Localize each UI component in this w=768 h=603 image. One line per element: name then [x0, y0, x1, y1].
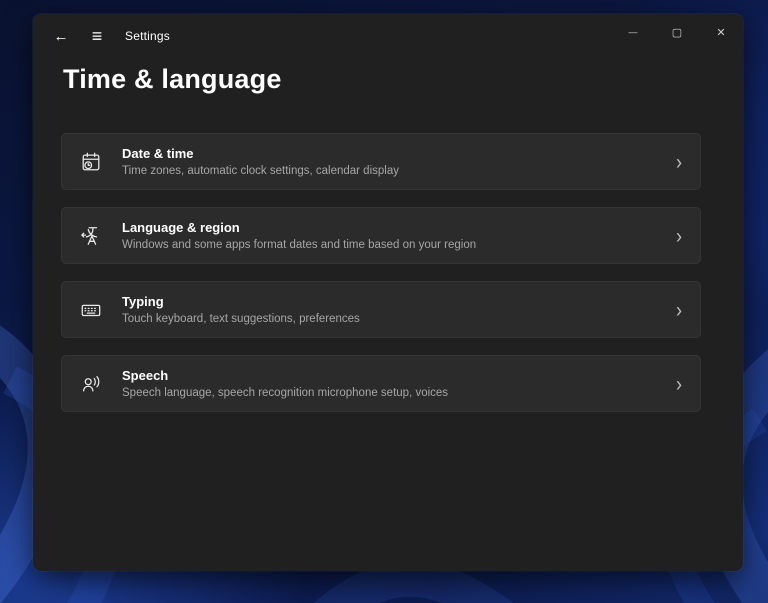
card-description: Touch keyboard, text suggestions, prefer…	[122, 313, 658, 325]
settings-card-date-time[interactable]: Date & time Time zones, automatic clock …	[61, 133, 701, 190]
chevron-right-icon: ›	[676, 151, 682, 173]
maximize-button[interactable]: ▢	[655, 14, 699, 50]
card-label: Date & time	[122, 146, 658, 161]
settings-window: ← ≡ Settings — ▢ ✕ Time & language	[33, 14, 743, 571]
minimize-icon: —	[629, 27, 638, 37]
language-region-icon	[78, 225, 104, 247]
app-title: Settings	[125, 29, 170, 43]
hamburger-icon: ≡	[92, 26, 103, 47]
card-description: Speech language, speech recognition micr…	[122, 387, 658, 399]
speech-icon	[78, 373, 104, 395]
titlebar: ← ≡ Settings — ▢ ✕	[33, 14, 743, 58]
chevron-right-icon: ›	[676, 299, 682, 321]
page-title: Time & language	[63, 64, 701, 95]
keyboard-icon	[78, 299, 104, 321]
chevron-right-icon: ›	[676, 373, 682, 395]
card-label: Language & region	[122, 220, 658, 235]
minimize-button[interactable]: —	[611, 14, 655, 50]
navigation-menu-button[interactable]: ≡	[79, 20, 115, 52]
maximize-icon: ▢	[672, 26, 682, 39]
settings-card-speech[interactable]: Speech Speech language, speech recogniti…	[61, 355, 701, 412]
settings-card-list: Date & time Time zones, automatic clock …	[61, 133, 701, 412]
window-controls: — ▢ ✕	[611, 14, 743, 50]
page-content: Time & language Date & time Time	[33, 58, 743, 412]
card-label: Typing	[122, 294, 658, 309]
close-button[interactable]: ✕	[699, 14, 743, 50]
back-icon: ←	[54, 28, 69, 45]
card-description: Windows and some apps format dates and t…	[122, 239, 658, 251]
calendar-clock-icon	[78, 151, 104, 173]
settings-card-typing[interactable]: Typing Touch keyboard, text suggestions,…	[61, 281, 701, 338]
card-label: Speech	[122, 368, 658, 383]
close-icon: ✕	[716, 26, 725, 39]
back-button[interactable]: ←	[43, 20, 79, 52]
chevron-right-icon: ›	[676, 225, 682, 247]
settings-card-language-region[interactable]: Language & region Windows and some apps …	[61, 207, 701, 264]
card-description: Time zones, automatic clock settings, ca…	[122, 165, 658, 177]
